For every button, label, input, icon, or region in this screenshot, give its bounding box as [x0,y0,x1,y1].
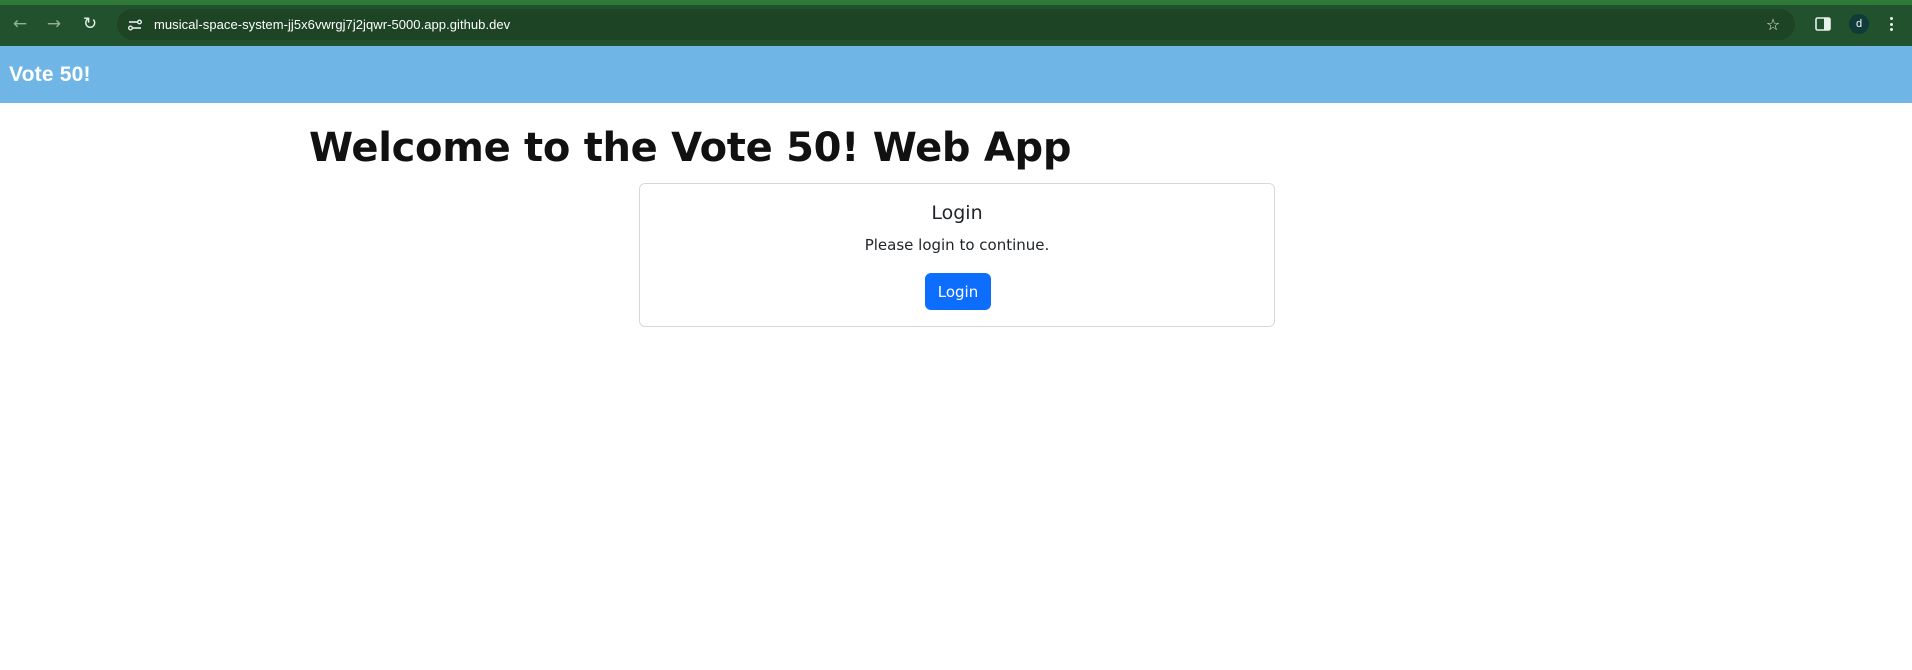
browser-toolbar: ← → ↻ musical-space-system-jj5x6vwrgj7j2… [0,0,1912,46]
page-title: Welcome to the Vote 50! Web App [309,125,1072,171]
back-icon[interactable]: ← [7,11,33,37]
navbar-brand[interactable]: Vote 50! [9,63,91,87]
bookmark-star-icon[interactable]: ☆ [1763,14,1783,34]
login-card-title: Login [931,202,983,224]
url-text[interactable]: musical-space-system-jj5x6vwrgj7j2jqwr-5… [154,17,510,32]
menu-kebab-icon[interactable] [1886,15,1896,33]
reload-icon[interactable]: ↻ [77,11,103,37]
profile-avatar[interactable]: d [1849,14,1869,34]
app-navbar: Vote 50! [0,46,1912,103]
login-card: Login Please login to continue. Login [639,183,1275,327]
login-card-text: Please login to continue. [864,236,1050,254]
login-button[interactable]: Login [925,273,991,310]
forward-icon[interactable]: → [41,11,67,37]
address-bar[interactable]: musical-space-system-jj5x6vwrgj7j2jqwr-5… [117,9,1795,40]
side-panel-icon[interactable] [1814,15,1832,33]
site-settings-icon[interactable] [126,16,144,34]
